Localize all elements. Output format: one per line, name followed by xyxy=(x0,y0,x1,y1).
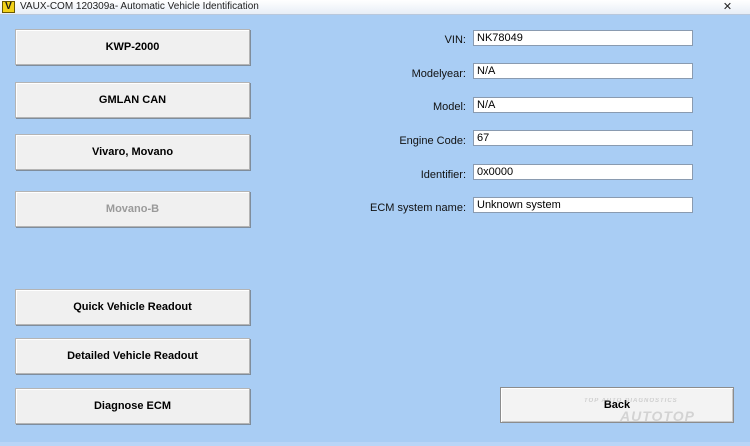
model-field[interactable]: N/A xyxy=(473,97,693,113)
close-icon[interactable]: ✕ xyxy=(721,1,734,13)
diagnose-ecm-button[interactable]: Diagnose ECM xyxy=(15,388,250,424)
quick-vehicle-readout-button[interactable]: Quick Vehicle Readout xyxy=(15,289,250,325)
vivaro-movano-button[interactable]: Vivaro, Movano xyxy=(15,134,250,170)
back-button[interactable]: Back xyxy=(500,387,734,423)
identifier-label: Identifier: xyxy=(420,169,466,181)
kwp2000-button[interactable]: KWP-2000 xyxy=(15,29,250,65)
identifier-field[interactable]: 0x0000 xyxy=(473,164,693,180)
window-title: VAUX-COM 120309a- Automatic Vehicle Iden… xyxy=(20,1,259,12)
movano-b-button: Movano-B xyxy=(15,191,250,227)
engine-code-field[interactable]: 67 xyxy=(473,130,693,146)
ecm-system-name-label: ECM system name: xyxy=(370,202,466,214)
title-bar: V VAUX-COM 120309a- Automatic Vehicle Id… xyxy=(0,0,750,15)
vin-field[interactable]: NK78049 xyxy=(473,30,693,46)
app-icon: V xyxy=(2,1,15,13)
modelyear-label: Modelyear: xyxy=(411,68,466,80)
gmlan-can-button[interactable]: GMLAN CAN xyxy=(15,82,250,118)
vin-label: VIN: xyxy=(444,34,466,46)
engine-code-label: Engine Code: xyxy=(399,135,466,147)
model-label: Model: xyxy=(432,101,466,113)
detailed-vehicle-readout-button[interactable]: Detailed Vehicle Readout xyxy=(15,338,250,374)
ecm-system-name-field[interactable]: Unknown system xyxy=(473,197,693,213)
modelyear-field[interactable]: N/A xyxy=(473,63,693,79)
window-bottom-border xyxy=(0,442,750,446)
